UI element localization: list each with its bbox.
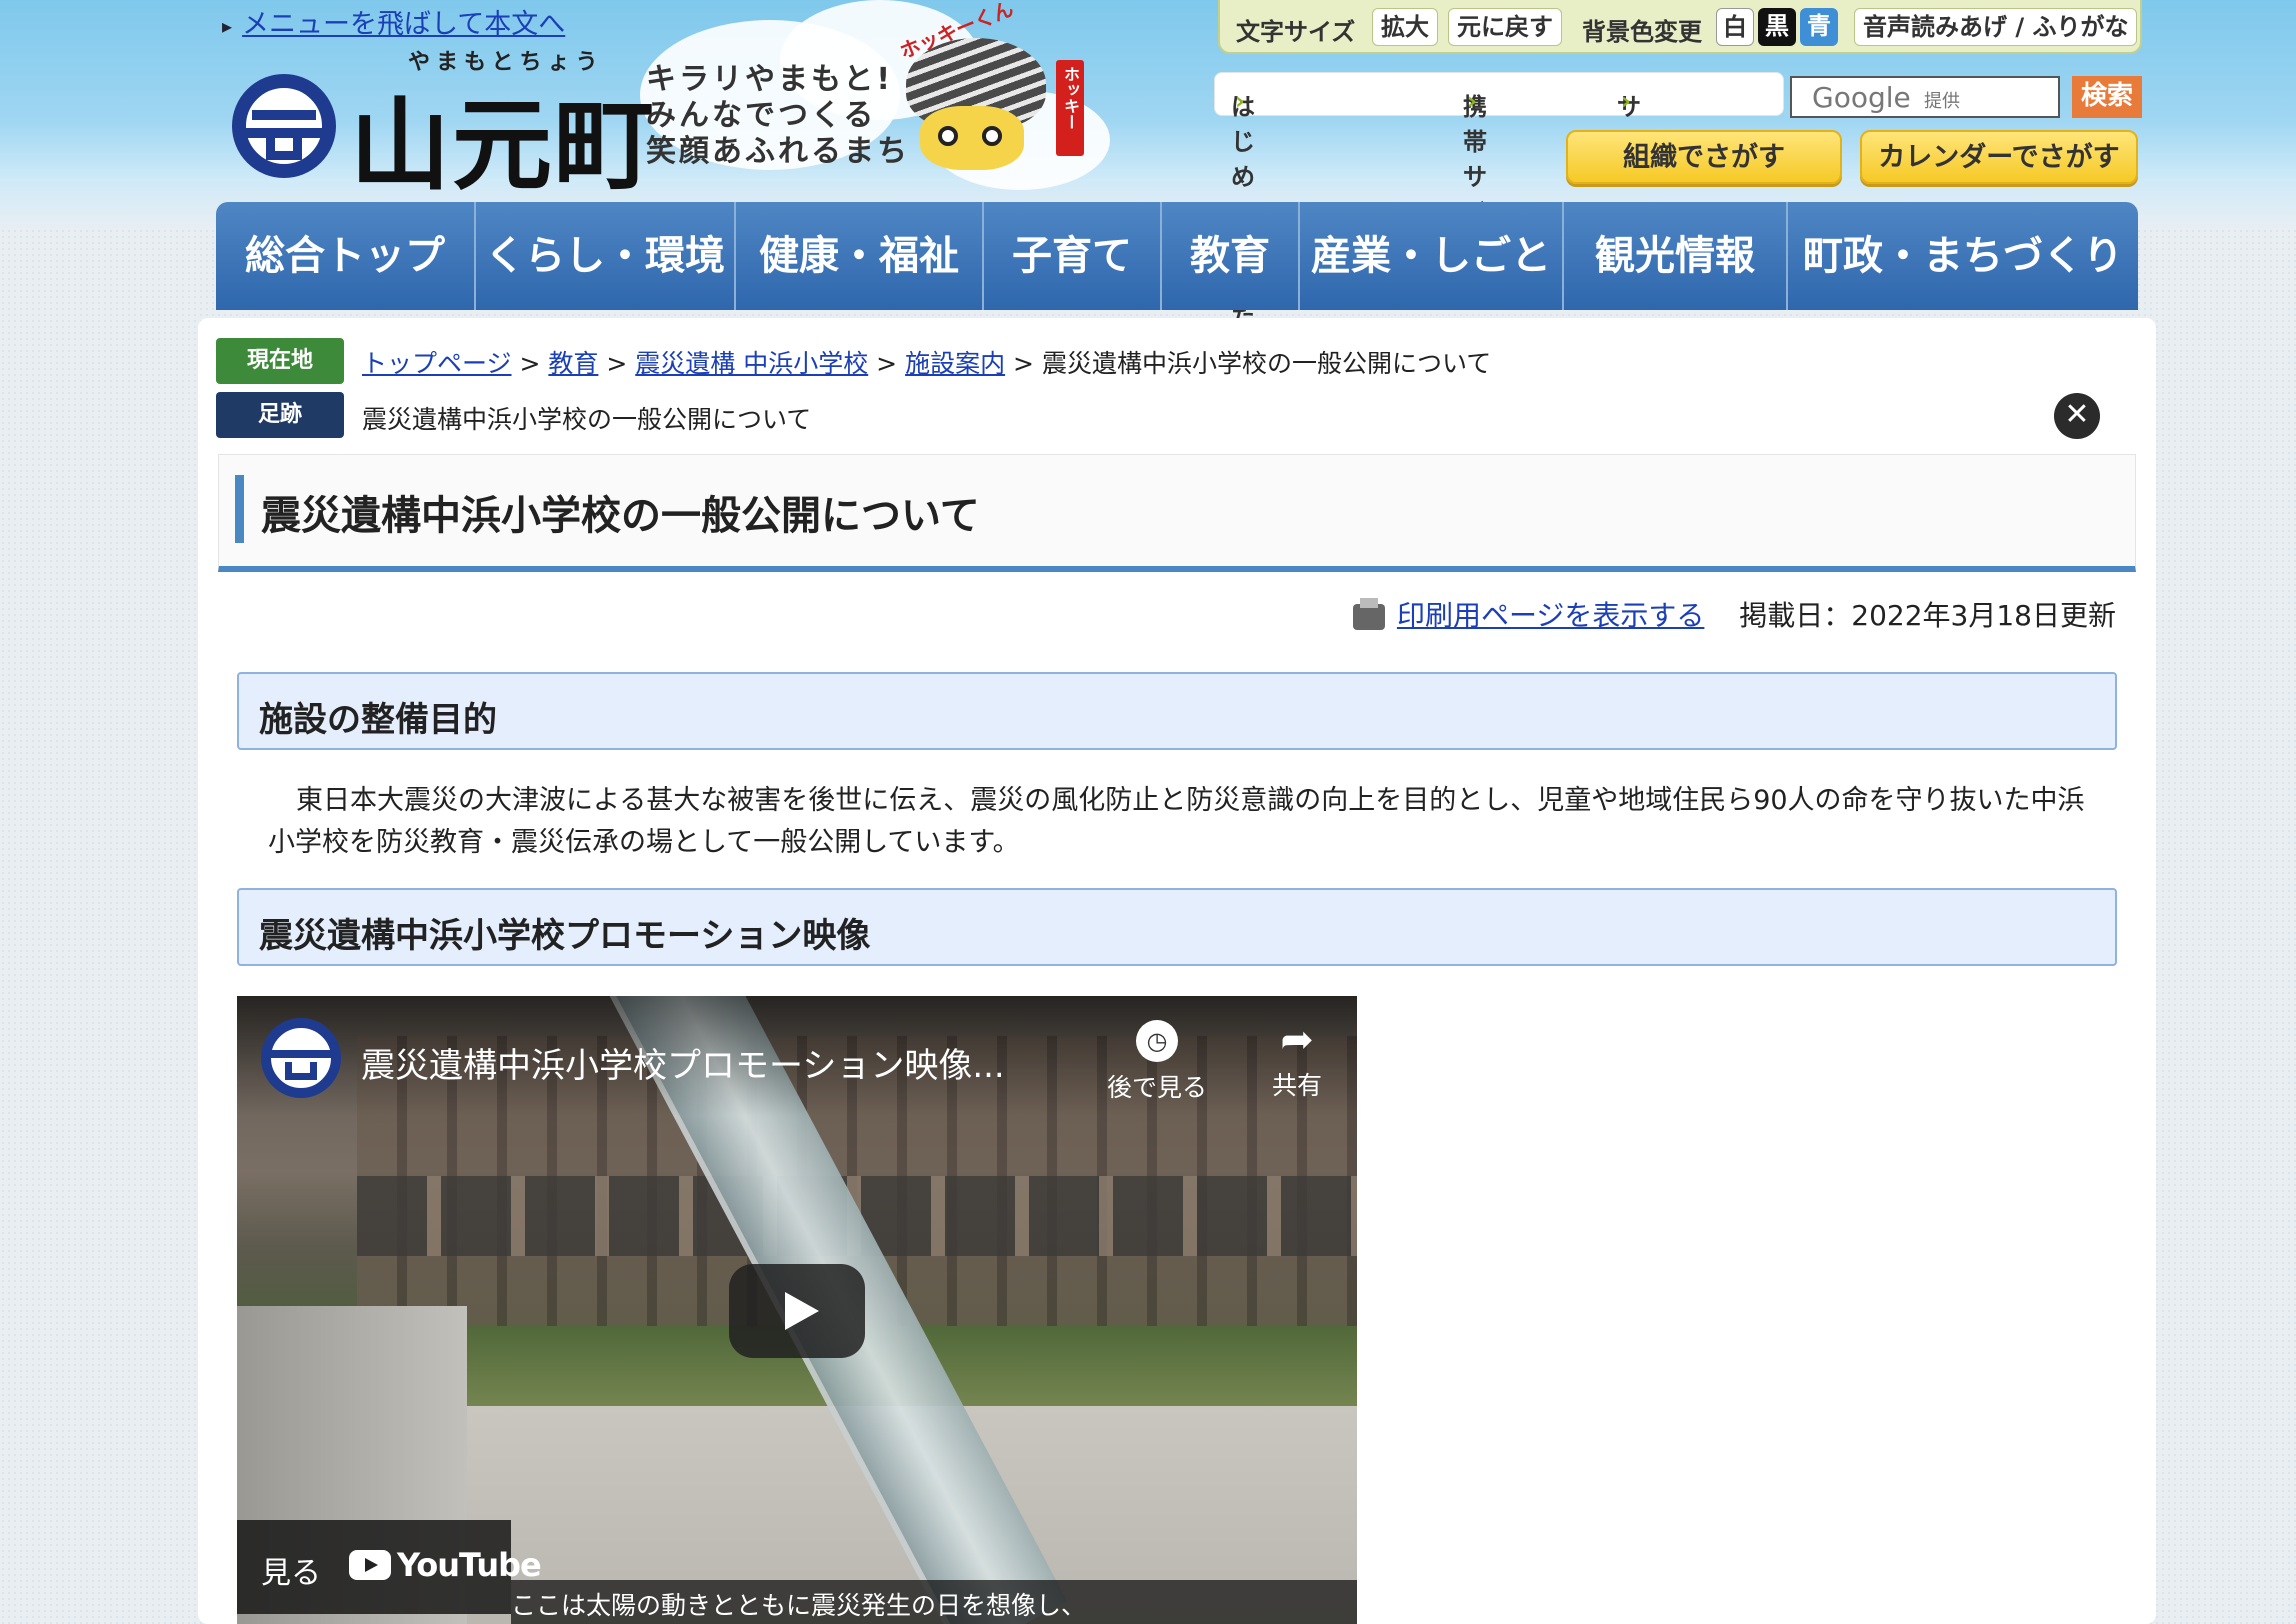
section-heading: 震災遺構中浜小学校プロモーション映像 bbox=[237, 888, 2117, 966]
share-button[interactable]: ➦ 共有 bbox=[1237, 1020, 1357, 1102]
mascot-flag: ホッキー bbox=[1056, 60, 1084, 156]
play-button[interactable] bbox=[729, 1264, 865, 1358]
search-input[interactable]: Google 提供 bbox=[1790, 76, 2060, 118]
nav-item-industry[interactable]: 産業・しごと bbox=[1300, 202, 1564, 310]
enlarge-button[interactable]: 拡大 bbox=[1372, 8, 1438, 46]
caption-text: ここは太陽の動きとともに震災発生の日を想像し、 bbox=[511, 1591, 1087, 1620]
bg-white-button[interactable]: 白 bbox=[1716, 8, 1754, 46]
watch-on-youtube-button[interactable]: 見る YouTube bbox=[237, 1520, 542, 1614]
slogan-line: 笑顔あふれるまち bbox=[646, 134, 910, 169]
printer-icon bbox=[1352, 598, 1385, 630]
font-size-label: 文字サイズ bbox=[1236, 18, 1356, 46]
slogan: キラリやまもと! みんなでつくる 笑顔あふれるまち bbox=[646, 62, 910, 170]
share-label: 共有 bbox=[1271, 1071, 1322, 1100]
page-title: 震災遺構中浜小学校の一般公開について bbox=[261, 493, 980, 539]
close-icon[interactable]: ✕ bbox=[2054, 393, 2100, 439]
slogan-line: みんなでつくる bbox=[646, 98, 877, 133]
watch-later-label: 後で見る bbox=[1106, 1073, 1207, 1102]
accessibility-toolbar: 文字サイズ 拡大 元に戻す 背景色変更 白 黒 青 音声読みあげ / ふりがな bbox=[1218, 0, 2142, 54]
town-emblem-icon[interactable] bbox=[232, 74, 336, 178]
breadcrumb-link[interactable]: トップページ bbox=[362, 349, 512, 378]
youtube-label: YouTube bbox=[397, 1546, 542, 1584]
search-by-calendar-button[interactable]: カレンダーでさがす bbox=[1860, 130, 2138, 184]
breadcrumb-link[interactable]: 教育 bbox=[548, 349, 598, 378]
search-button[interactable]: 検索 bbox=[2072, 76, 2142, 118]
utility-links: はじめてのかたへ› 携帯サイト› サイトマップ› bbox=[1214, 72, 1784, 366]
trail-item[interactable]: 震災遺構中浜小学校の一般公開について bbox=[362, 400, 811, 436]
bg-black-button[interactable]: 黒 bbox=[1758, 8, 1796, 46]
speech-button[interactable]: 音声読みあげ / ふりがな bbox=[1854, 8, 2138, 46]
nav-item-tourism[interactable]: 観光情報 bbox=[1564, 202, 1788, 310]
current-location-tag: 現在地 bbox=[216, 338, 344, 384]
section-heading: 施設の整備目的 bbox=[237, 672, 2117, 750]
share-icon: ➦ bbox=[1280, 1017, 1314, 1063]
breadcrumb-sep: > bbox=[519, 349, 541, 378]
bg-blue-button[interactable]: 青 bbox=[1800, 8, 1838, 46]
breadcrumb-sep: > bbox=[876, 349, 898, 378]
page-title-box: 震災遺構中浜小学校の一般公開について bbox=[218, 454, 2136, 572]
site-logo[interactable]: 山元町 bbox=[350, 64, 656, 209]
breadcrumb-current: 震災遺構中浜小学校の一般公開について bbox=[1041, 349, 1492, 378]
breadcrumb-sep: > bbox=[1013, 349, 1034, 378]
google-label: Google bbox=[1812, 81, 1911, 114]
main-nav: 総合トップ くらし・環境 健康・福祉 子育て 教育 産業・しごと 観光情報 町政… bbox=[216, 202, 2138, 310]
breadcrumb-link[interactable]: 施設案内 bbox=[905, 349, 1005, 378]
video-title[interactable]: 震災遺構中浜小学校プロモーション映像... bbox=[361, 1038, 1005, 1087]
breadcrumb: トップページ > 教育 > 震災遺構 中浜小学校 > 施設案内 > 震災遺構中浜… bbox=[362, 344, 1491, 380]
nav-item-living[interactable]: くらし・環境 bbox=[476, 202, 736, 310]
video-caption: ここは太陽の動きとともに震災発生の日を想像し、 bbox=[511, 1580, 1357, 1624]
nav-item-education[interactable]: 教育 bbox=[1162, 202, 1300, 310]
clock-icon: ◷ bbox=[1136, 1020, 1178, 1062]
nav-item-childcare[interactable]: 子育て bbox=[984, 202, 1162, 310]
breadcrumb-link[interactable]: 震災遺構 中浜小学校 bbox=[635, 349, 868, 378]
print-link[interactable]: 印刷用ページを表示する bbox=[1397, 599, 1704, 632]
nav-item-top[interactable]: 総合トップ bbox=[216, 202, 476, 310]
watch-later-button[interactable]: ◷ 後で見る bbox=[1097, 1020, 1217, 1104]
slogan-line: キラリやまもと! bbox=[646, 62, 894, 97]
section-title: 施設の整備目的 bbox=[259, 700, 497, 740]
breadcrumb-sep: > bbox=[606, 349, 628, 378]
body-paragraph: 東日本大震災の大津波による甚大な被害を後世に伝え、震災の風化防止と防災意識の向上… bbox=[268, 785, 2085, 858]
section-title: 震災遺構中浜小学校プロモーション映像 bbox=[259, 916, 871, 956]
arrow-icon: ▸ bbox=[222, 14, 233, 38]
channel-avatar[interactable] bbox=[261, 1018, 341, 1098]
skip-link-row: ▸ メニューを飛ばして本文へ bbox=[222, 2, 565, 41]
reset-font-button[interactable]: 元に戻す bbox=[1448, 8, 1562, 46]
title-accent-bar bbox=[235, 475, 244, 543]
youtube-icon bbox=[349, 1550, 391, 1580]
video-player[interactable]: 震災遺構中浜小学校プロモーション映像... ◷ 後で見る ➦ 共有 見る YouTu… bbox=[237, 996, 1357, 1624]
mascot-image: ホッキーくん ホッキー bbox=[880, 0, 1100, 194]
provided-label: 提供 bbox=[1924, 91, 1960, 112]
skip-link[interactable]: メニューを飛ばして本文へ bbox=[242, 9, 565, 40]
search-by-org-button[interactable]: 組織でさがす bbox=[1566, 130, 1842, 184]
trail-tag: 足跡 bbox=[216, 392, 344, 438]
update-date: 掲載日：2022年3月18日更新 bbox=[1739, 599, 2116, 632]
bgcolor-label: 背景色変更 bbox=[1582, 18, 1702, 46]
nav-item-town-admin[interactable]: 町政・まちづくり bbox=[1788, 202, 2138, 310]
print-row: 印刷用ページを表示する 掲載日：2022年3月18日更新 bbox=[1352, 594, 2116, 634]
nav-item-health[interactable]: 健康・福祉 bbox=[736, 202, 984, 310]
watch-label: 見る bbox=[261, 1556, 321, 1591]
